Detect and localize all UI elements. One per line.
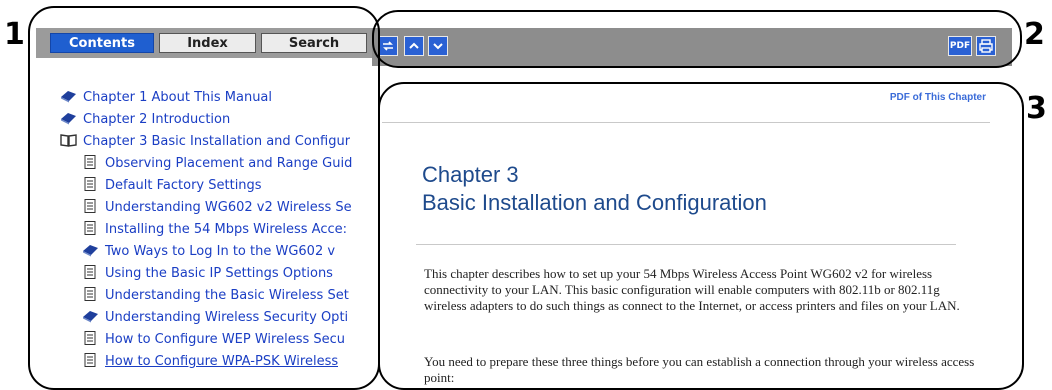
toc-item[interactable]: How to Configure WEP Wireless Secu xyxy=(82,330,345,350)
page-icon xyxy=(84,177,96,191)
up-arrow-icon xyxy=(409,42,419,49)
book-open-icon xyxy=(60,134,77,147)
toc-item[interactable]: Observing Placement and Range Guid xyxy=(82,154,352,174)
chapter-number: Chapter 3 xyxy=(422,162,519,187)
sync-icon xyxy=(383,41,393,51)
toc-label: Installing the 54 Mbps Wireless Acce: xyxy=(105,222,347,237)
toc-item[interactable]: Using the Basic IP Settings Options xyxy=(82,264,333,284)
toc-label: Chapter 2 Introduction xyxy=(83,112,231,127)
tab-search[interactable]: Search xyxy=(261,33,367,53)
toc-item[interactable]: Default Factory Settings xyxy=(82,176,262,196)
callout-number-1: 1 xyxy=(4,17,25,52)
page-icon xyxy=(84,199,96,213)
nav-tab-bar: Contents Index Search xyxy=(36,28,372,58)
toc-item[interactable]: How to Configure WPA-PSK Wireless xyxy=(82,352,338,372)
callout-number-3: 3 xyxy=(1026,91,1047,126)
chapter-title: Basic Installation and Configuration xyxy=(422,190,767,215)
book-closed-icon xyxy=(83,245,98,257)
toc-label: Using the Basic IP Settings Options xyxy=(105,266,333,281)
page-icon xyxy=(84,155,96,169)
toc-item[interactable]: Understanding Wireless Security Opti xyxy=(82,308,348,328)
toc-item[interactable]: Chapter 1 About This Manual xyxy=(60,88,272,108)
toc-label: Understanding Wireless Security Opti xyxy=(105,310,349,325)
tab-index[interactable]: Index xyxy=(159,33,256,53)
book-closed-icon xyxy=(61,91,76,103)
pdf-of-chapter-link[interactable]: PDF of This Chapter xyxy=(890,92,986,103)
sync-toc-button[interactable] xyxy=(378,36,398,56)
callout-number-2: 2 xyxy=(1024,17,1045,52)
toc-label: Observing Placement and Range Guid xyxy=(105,156,353,171)
down-arrow-icon xyxy=(433,43,443,50)
book-closed-icon xyxy=(61,113,76,125)
top-divider xyxy=(382,122,990,123)
toc-label: How to Configure WPA-PSK Wireless xyxy=(105,354,339,369)
toc-item[interactable]: Chapter 3 Basic Installation and Configu… xyxy=(60,132,350,152)
book-closed-icon xyxy=(83,311,98,323)
tab-contents[interactable]: Contents xyxy=(50,33,154,53)
prep-paragraph: You need to prepare these three things b… xyxy=(424,354,975,385)
toc-item[interactable]: Two Ways to Log In to the WG602 v xyxy=(82,242,335,262)
toc-item[interactable]: Chapter 2 Introduction xyxy=(60,110,230,130)
next-topic-button[interactable] xyxy=(428,36,448,56)
page-icon xyxy=(84,265,96,279)
page-icon xyxy=(84,221,96,235)
page-icon xyxy=(84,353,96,367)
toc-label: Chapter 3 Basic Installation and Configu… xyxy=(83,134,351,149)
toc-item[interactable]: Understanding the Basic Wireless Set xyxy=(82,286,349,306)
print-icon xyxy=(979,39,993,53)
pdf-button[interactable]: PDF xyxy=(948,36,972,56)
toc-label: Chapter 1 About This Manual xyxy=(83,90,273,105)
content-area: PDF of This Chapter Chapter 3 Basic Inst… xyxy=(372,66,1012,390)
print-button[interactable] xyxy=(976,36,996,56)
toc-item[interactable]: Understanding WG602 v2 Wireless Se xyxy=(82,198,352,218)
toc-label: Default Factory Settings xyxy=(105,178,262,193)
intro-paragraph: This chapter describes how to set up you… xyxy=(424,266,960,313)
previous-topic-button[interactable] xyxy=(404,36,424,56)
content-toolbar: PDF xyxy=(372,28,1012,66)
toc-label: Understanding the Basic Wireless Set xyxy=(105,288,349,303)
toc-label: Understanding WG602 v2 Wireless Se xyxy=(105,200,352,215)
toc-label: Two Ways to Log In to the WG602 v xyxy=(105,244,336,259)
page-icon xyxy=(84,287,96,301)
page-icon xyxy=(84,331,96,345)
title-divider xyxy=(416,244,956,245)
navigation-pane: Contents Index Search Chapter 1 About Th… xyxy=(36,28,373,390)
toc-item[interactable]: Installing the 54 Mbps Wireless Acce: xyxy=(82,220,347,240)
toc-label: How to Configure WEP Wireless Secu xyxy=(105,332,346,347)
